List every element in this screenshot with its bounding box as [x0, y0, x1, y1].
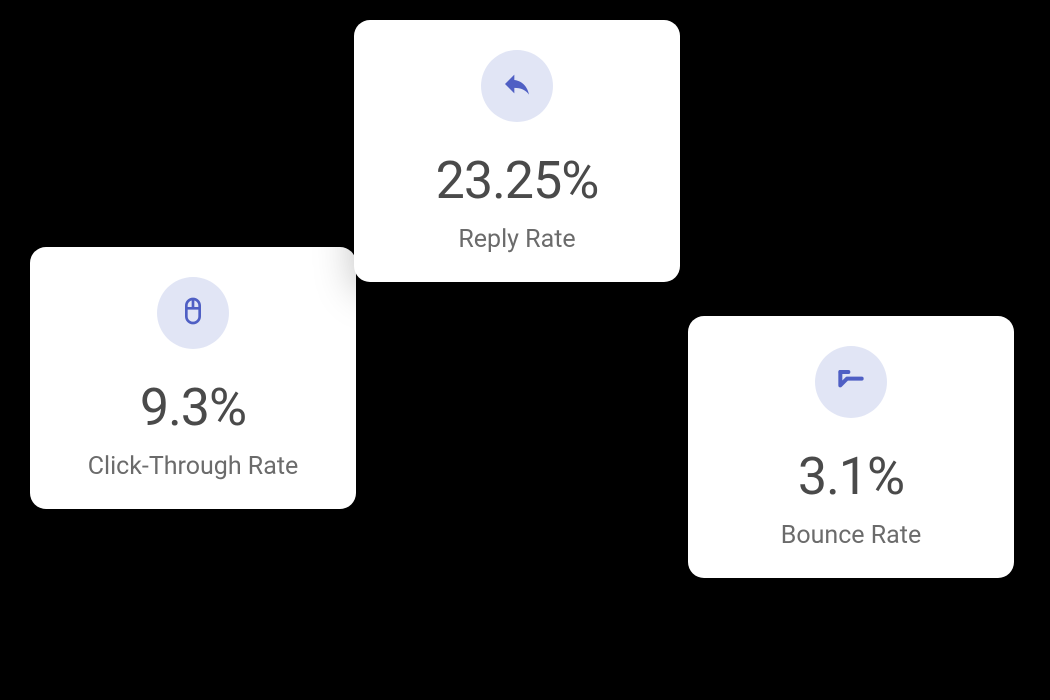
- bounce-rate-label: Bounce Rate: [781, 521, 921, 550]
- bounce-icon: [835, 364, 867, 400]
- bounce-rate-card: 3.1% Bounce Rate: [688, 316, 1014, 578]
- reply-rate-card: 23.25% Reply Rate: [354, 20, 680, 282]
- reply-icon: [501, 68, 533, 104]
- reply-rate-label: Reply Rate: [458, 225, 575, 254]
- reply-icon-circle: [481, 50, 553, 122]
- click-through-rate-card: 9.3% Click-Through Rate: [30, 247, 356, 509]
- reply-rate-value: 23.25%: [436, 150, 599, 211]
- click-through-rate-value: 9.3%: [140, 377, 246, 438]
- mouse-icon-circle: [157, 277, 229, 349]
- click-through-rate-label: Click-Through Rate: [88, 452, 299, 481]
- mouse-icon: [177, 295, 209, 331]
- bounce-icon-circle: [815, 346, 887, 418]
- bounce-rate-value: 3.1%: [798, 446, 904, 507]
